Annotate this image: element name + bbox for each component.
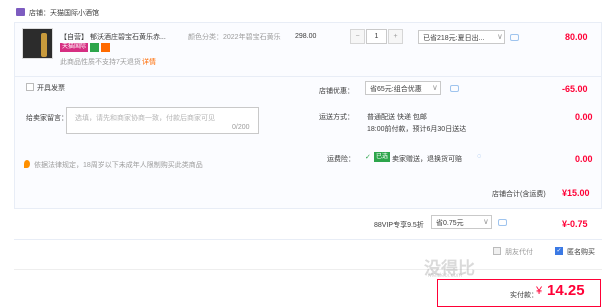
- anonymous-label[interactable]: 匿名购买: [567, 247, 595, 257]
- legal-notice: 依据法律规定，18周岁以下未成年人限制购买此类商品: [34, 162, 203, 169]
- shop-promo-select[interactable]: 省65元:组合优惠 ∨: [365, 81, 441, 95]
- product-attr: 颜色分类：2022年碧宝石黄乐: [188, 34, 281, 41]
- item-promo-select[interactable]: 已省218元:夏日出... ∨: [418, 30, 505, 44]
- pay-label: 实付款：: [510, 292, 538, 299]
- shop-promo-amount: -65.00: [562, 84, 588, 94]
- product-image[interactable]: [22, 28, 53, 59]
- return-notice: 此商品性质不支持7天退货: [60, 59, 141, 66]
- message-counter: 0/200: [232, 124, 250, 131]
- vip-value: 省0.75元: [436, 220, 464, 227]
- shop-total-value: ¥15.00: [562, 188, 590, 198]
- shop-promo-label: 店铺优惠：: [319, 88, 354, 95]
- anonymous-checkbox[interactable]: ✓: [555, 247, 563, 255]
- insurance-amount: 0.00: [575, 154, 593, 164]
- vip-select[interactable]: 省0.75元 ∨: [431, 215, 492, 229]
- shipping-method: 普通配送 快递 包邮: [367, 114, 427, 121]
- shipping-label: 运送方式：: [319, 114, 354, 121]
- friend-pay-label[interactable]: 朋友代付: [505, 247, 533, 257]
- qty-minus-button[interactable]: −: [350, 29, 365, 44]
- qty-plus-button[interactable]: +: [388, 29, 403, 44]
- shipping-eta: 18:00前付款，预计6月30日送达: [367, 126, 467, 133]
- shop-header: 店铺：天猫国际小酒馆: [0, 0, 610, 24]
- pay-currency: ¥: [536, 285, 543, 297]
- pay-amount: 14.25: [547, 282, 585, 299]
- insurance-info-icon[interactable]: ◌: [477, 153, 491, 161]
- message-input[interactable]: 选填，请先和商家协商一致，付款后商家可见 0/200: [66, 107, 259, 134]
- chevron-down-icon: ∨: [432, 83, 438, 92]
- qty-input[interactable]: 1: [366, 29, 387, 44]
- service-icon-1: [90, 43, 99, 52]
- friend-pay-checkbox[interactable]: [493, 247, 501, 255]
- bottle-icon: [41, 33, 47, 57]
- promo-note-icon[interactable]: [510, 34, 519, 41]
- unit-price: 298.00: [295, 33, 317, 40]
- item-total: 80.00: [565, 32, 588, 42]
- check-icon: ✓: [365, 154, 371, 161]
- chevron-down-icon: ∨: [497, 32, 503, 41]
- vip-amount: ¥-0.75: [562, 219, 588, 229]
- shipping-amount: 0.00: [575, 112, 593, 122]
- vip-row: [14, 208, 602, 240]
- shop-promo-value: 省65元:组合优惠: [370, 86, 422, 93]
- service-icon-2: [101, 43, 110, 52]
- shop-icon: [16, 8, 25, 16]
- product-title[interactable]: 【自营】 郁沃酒庄碧宝石黄乐赤...: [60, 32, 166, 42]
- message-placeholder: 选填，请先和商家协商一致，付款后商家可见: [75, 115, 215, 122]
- insurance-tag: 已选: [374, 152, 391, 162]
- vip-note-icon[interactable]: [498, 219, 507, 226]
- insurance-label: 运费险：: [327, 156, 355, 163]
- item-promo-value: 已省218元:夏日出...: [423, 35, 485, 42]
- invoice-checkbox[interactable]: [26, 83, 34, 91]
- chevron-down-icon: ∨: [483, 217, 489, 226]
- return-notice-link[interactable]: 详情: [142, 57, 156, 67]
- shop-promo-note-icon[interactable]: [450, 85, 459, 92]
- insurance-text: 卖家赠送，退换货可赔: [392, 156, 462, 163]
- shop-total-label: 店铺合计(含运费): [492, 191, 546, 198]
- watermark-url: Meidebi.com: [428, 273, 463, 279]
- invoice-label[interactable]: 开具发票: [37, 83, 65, 93]
- shop-label[interactable]: 店铺：天猫国际小酒馆: [29, 8, 99, 18]
- tmall-intl-badge: 天猫国际: [60, 43, 89, 52]
- location-icon: [24, 160, 30, 168]
- divider: [14, 269, 602, 270]
- message-label: 给卖家留言：: [26, 115, 68, 122]
- vip-label: 88VIP专享9.5折: [374, 222, 424, 229]
- pay-summary-box: 实付款： ¥ 14.25: [437, 279, 601, 307]
- divider: [14, 76, 602, 77]
